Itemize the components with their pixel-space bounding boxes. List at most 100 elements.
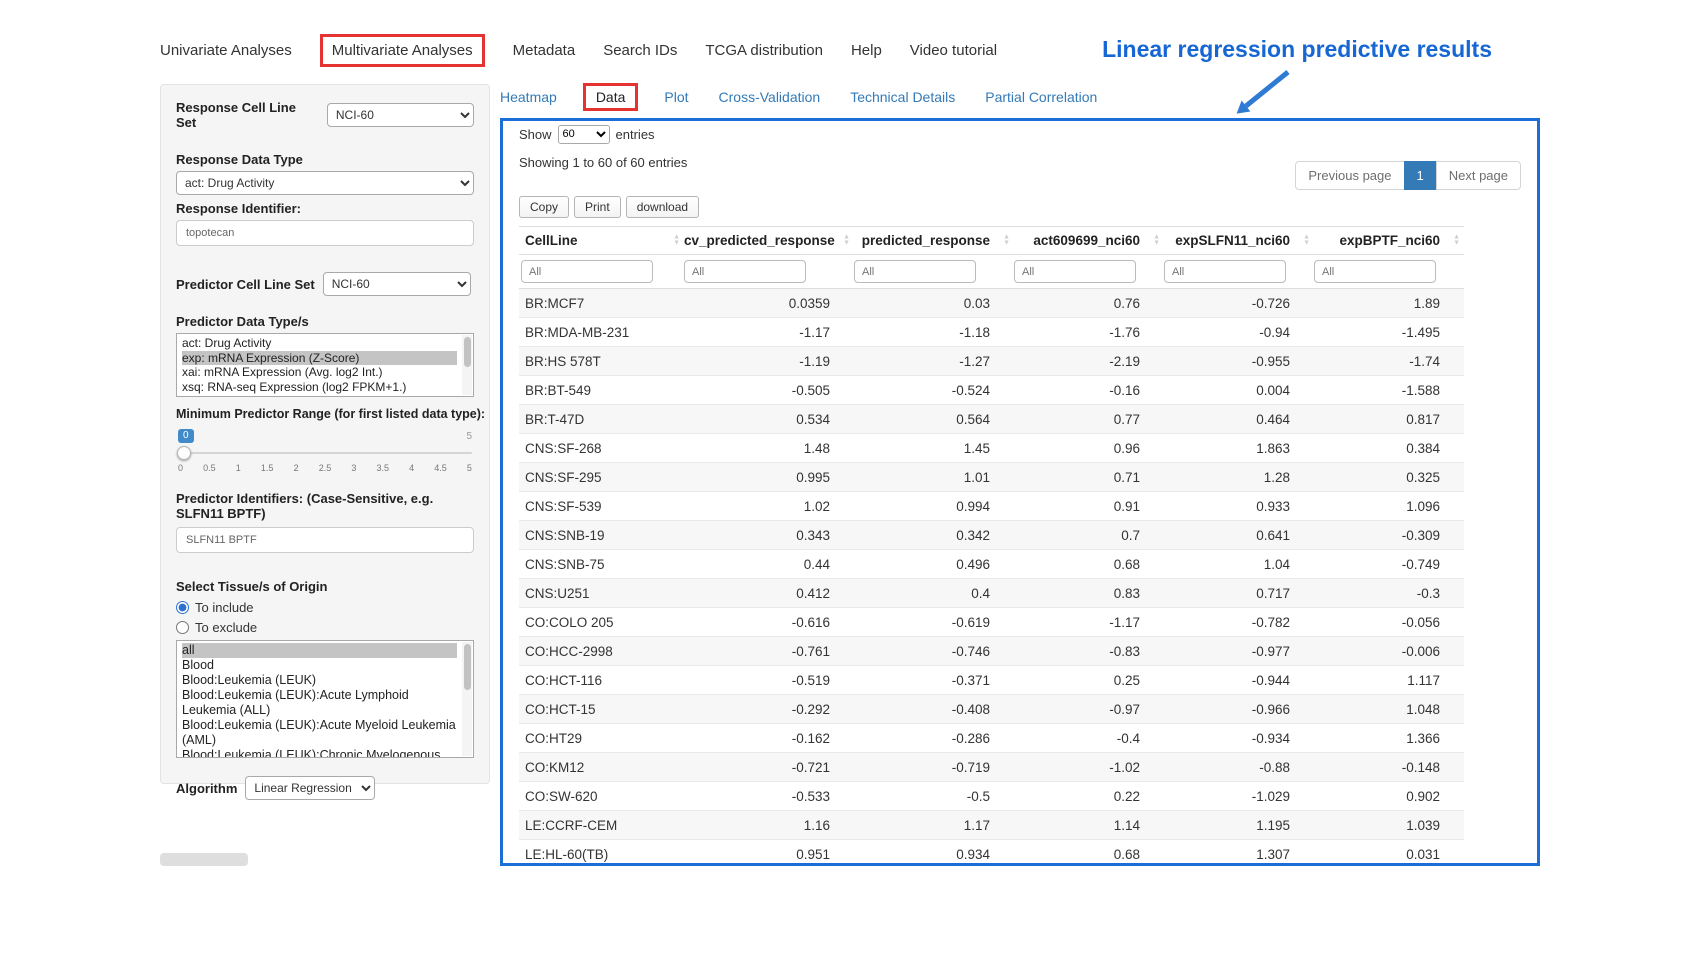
column-header-act609699[interactable]: act609699_nci60 ▲▼: [1014, 227, 1164, 255]
tissue-exclude-radio-input[interactable]: [176, 621, 189, 634]
list-option[interactable]: Blood:Leukemia (LEUK):Acute Myeloid Leuk…: [182, 718, 457, 748]
min-predictor-range-slider[interactable]: 0 5 00.511.522.533.544.55: [178, 429, 472, 481]
sidebar: Response Cell Line Set NCI-60 Response D…: [160, 84, 490, 784]
predictor-data-types-list[interactable]: act: Drug Activity exp: mRNA Expression …: [176, 333, 474, 397]
value-cell: -0.88: [1164, 753, 1314, 782]
value-cell: -1.029: [1164, 782, 1314, 811]
value-cell: 0.91: [1014, 492, 1164, 521]
sort-icon[interactable]: ▲▼: [1153, 234, 1160, 247]
print-button[interactable]: Print: [574, 196, 621, 218]
column-filter-input-cellline[interactable]: [521, 260, 653, 283]
nav-search-ids[interactable]: Search IDs: [603, 42, 677, 59]
column-filter-input-expslfn11[interactable]: [1164, 260, 1286, 283]
value-cell: 1.14: [1014, 811, 1164, 840]
copy-button[interactable]: Copy: [519, 196, 569, 218]
nav-multivariate-analyses[interactable]: Multivariate Analyses: [320, 34, 485, 67]
tissue-include-label: To include: [195, 600, 254, 615]
sort-icon[interactable]: ▲▼: [1303, 234, 1310, 247]
tab-plot[interactable]: Plot: [664, 89, 688, 105]
list-option[interactable]: Blood: [182, 658, 457, 673]
tissue-include-radio[interactable]: To include: [176, 600, 474, 615]
sort-icon[interactable]: ▲▼: [843, 234, 850, 247]
nav-univariate-analyses[interactable]: Univariate Analyses: [160, 42, 292, 59]
value-cell: 0.76: [1014, 289, 1164, 318]
response-data-type-select[interactable]: act: Drug Activity: [176, 171, 474, 195]
table-filter-row: [519, 255, 1464, 289]
tab-partial-correlation[interactable]: Partial Correlation: [985, 89, 1097, 105]
table-row: CO:HCC-2998-0.761-0.746-0.83-0.977-0.006: [519, 637, 1464, 666]
next-page-button[interactable]: Next page: [1436, 161, 1521, 190]
list-option[interactable]: Blood:Leukemia (LEUK):Acute Lymphoid Leu…: [182, 688, 457, 718]
tissue-include-radio-input[interactable]: [176, 601, 189, 614]
page-1-button[interactable]: 1: [1404, 161, 1437, 190]
value-cell: -0.726: [1164, 289, 1314, 318]
scrollbar[interactable]: [462, 642, 472, 756]
slider-max-label: 5: [466, 431, 472, 442]
column-header-predicted-response[interactable]: predicted_response ▲▼: [854, 227, 1014, 255]
download-button[interactable]: download: [626, 196, 699, 218]
value-cell: 0.934: [854, 840, 1014, 867]
tab-technical-details[interactable]: Technical Details: [850, 89, 955, 105]
value-cell: -0.619: [854, 608, 1014, 637]
value-cell: 0.7: [1014, 521, 1164, 550]
cellline-cell: CNS:SNB-75: [519, 550, 684, 579]
slider-track[interactable]: [178, 452, 472, 454]
sort-icon[interactable]: ▲▼: [1453, 234, 1460, 247]
value-cell: -0.292: [684, 695, 854, 724]
table-row: CO:HT29-0.162-0.286-0.4-0.9341.366: [519, 724, 1464, 753]
entries-select[interactable]: 60: [558, 125, 610, 144]
column-header-cellline[interactable]: CellLine ▲▼: [519, 227, 684, 255]
list-option-selected[interactable]: all: [182, 643, 457, 658]
value-cell: -0.533: [684, 782, 854, 811]
value-cell: 0.03: [854, 289, 1014, 318]
list-option[interactable]: xsq: RNA-seq Expression (log2 FPKM+1.): [182, 380, 457, 395]
list-option[interactable]: act: Drug Activity: [182, 336, 457, 351]
cellline-cell: LE:CCRF-CEM: [519, 811, 684, 840]
slider-handle[interactable]: [177, 446, 191, 460]
table-row: CNS:SNB-190.3430.3420.70.641-0.309: [519, 521, 1464, 550]
value-cell: 0.96: [1014, 434, 1164, 463]
tab-data[interactable]: Data: [583, 83, 639, 111]
column-filter-input-expbptf[interactable]: [1314, 260, 1436, 283]
response-cell-line-set-select[interactable]: NCI-60: [327, 103, 474, 127]
column-filter-input-act609699[interactable]: [1014, 260, 1136, 283]
tissue-exclude-radio[interactable]: To exclude: [176, 620, 474, 635]
column-filter-input-cv-predicted-response[interactable]: [684, 260, 806, 283]
nav-help[interactable]: Help: [851, 42, 882, 59]
results-table: CellLine ▲▼ cv_predicted_response ▲▼ pre…: [519, 226, 1464, 866]
list-option-selected[interactable]: exp: mRNA Expression (Z-Score): [182, 351, 457, 366]
value-cell: 0.71: [1014, 463, 1164, 492]
column-header-expslfn11[interactable]: expSLFN11_nci60 ▲▼: [1164, 227, 1314, 255]
sort-icon[interactable]: ▲▼: [1003, 234, 1010, 247]
tissue-origin-list[interactable]: all Blood Blood:Leukemia (LEUK) Blood:Le…: [176, 640, 474, 758]
value-cell: 0.534: [684, 405, 854, 434]
annotation-title: Linear regression predictive results: [1102, 36, 1492, 63]
table-row: BR:HS 578T-1.19-1.27-2.19-0.955-1.74: [519, 347, 1464, 376]
value-cell: -1.18: [854, 318, 1014, 347]
value-cell: 0.951: [684, 840, 854, 867]
column-filter-input-predicted-response[interactable]: [854, 260, 976, 283]
nav-metadata[interactable]: Metadata: [513, 42, 576, 59]
predictor-identifiers-input[interactable]: [176, 527, 474, 553]
list-option[interactable]: Blood:Leukemia (LEUK):Chronic Myelogenou…: [182, 748, 457, 758]
value-cell: 1.01: [854, 463, 1014, 492]
nav-tcga-distribution[interactable]: TCGA distribution: [705, 42, 823, 59]
scrollbar[interactable]: [462, 335, 472, 395]
nav-video-tutorial[interactable]: Video tutorial: [910, 42, 997, 59]
algorithm-select[interactable]: Linear Regression: [245, 776, 375, 800]
value-cell: -0.749: [1314, 550, 1464, 579]
column-header-cv-predicted-response[interactable]: cv_predicted_response ▲▼: [684, 227, 854, 255]
results-panel: Show 60 entries Showing 1 to 60 of 60 en…: [500, 118, 1540, 866]
response-identifier-input[interactable]: [176, 220, 474, 246]
previous-page-button[interactable]: Previous page: [1295, 161, 1404, 190]
value-cell: -0.746: [854, 637, 1014, 666]
value-cell: 1.048: [1314, 695, 1464, 724]
tab-heatmap[interactable]: Heatmap: [500, 89, 557, 105]
sort-icon[interactable]: ▲▼: [673, 234, 680, 247]
predictor-cell-line-set-select[interactable]: NCI-60: [323, 272, 471, 296]
column-header-expbptf[interactable]: expBPTF_nci60 ▲▼: [1314, 227, 1464, 255]
tab-cross-validation[interactable]: Cross-Validation: [719, 89, 821, 105]
list-option[interactable]: xai: mRNA Expression (Avg. log2 Int.): [182, 365, 457, 380]
table-row: CNS:SNB-750.440.4960.681.04-0.749: [519, 550, 1464, 579]
list-option[interactable]: Blood:Leukemia (LEUK): [182, 673, 457, 688]
